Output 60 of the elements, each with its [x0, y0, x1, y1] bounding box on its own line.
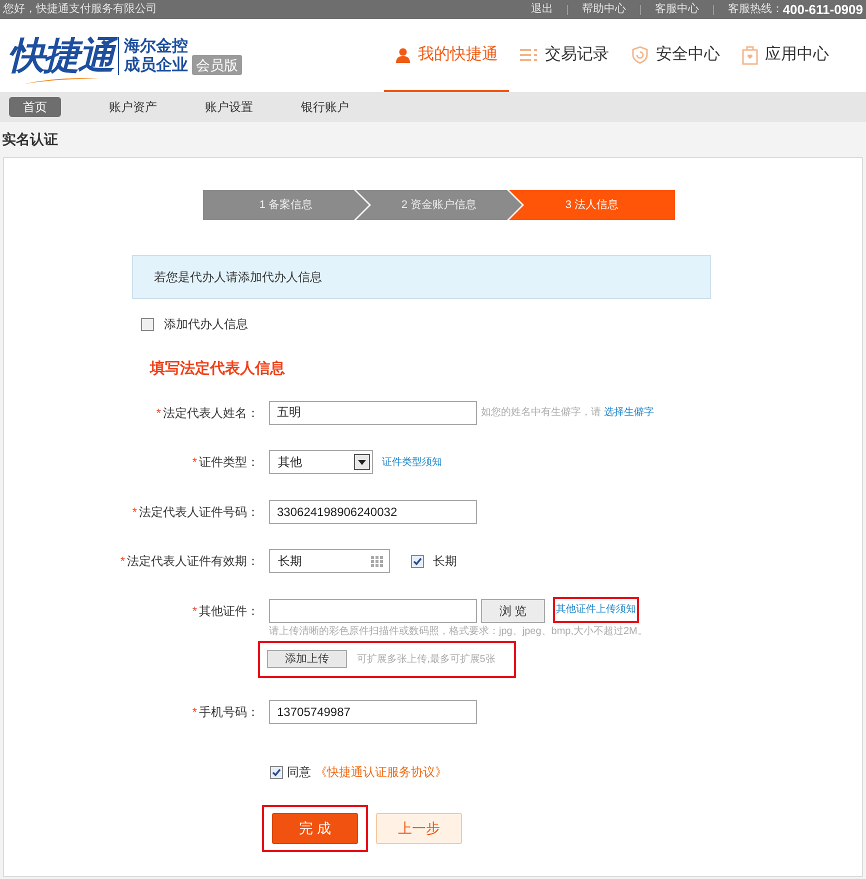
input-field[interactable]: 330624198906240032	[269, 500, 477, 524]
checkbox[interactable]	[411, 554, 424, 568]
field-label: 证件类型：	[199, 454, 259, 471]
shopping-bag-icon	[742, 44, 758, 64]
required-asterisk: *	[132, 504, 137, 520]
dropdown[interactable]: 其他	[269, 450, 373, 474]
shield-icon	[631, 46, 649, 64]
tagline-text: 海尔金控	[124, 36, 188, 56]
browse-button[interactable]: 浏 览	[481, 598, 545, 622]
hotline-number: 400-611-0909	[782, 0, 863, 19]
field-label: 其他证件：	[199, 602, 259, 620]
hint-text: 请上传清晰的彩色原件扫描件或数码照，格式要求：jpg、jpeg、bmp,大小不超过2M。	[269, 624, 648, 638]
calendar-icon	[371, 556, 383, 566]
input-field[interactable]: 13705749987	[269, 700, 477, 724]
file-path-field[interactable]	[269, 598, 477, 622]
nav-tab[interactable]: 应用中心	[731, 19, 840, 92]
required-asterisk: *	[156, 404, 161, 422]
greeting-text: 您好，快捷通支付服务有限公司	[3, 2, 157, 18]
date-field[interactable]: 长期	[269, 549, 390, 573]
hint-text: 可扩展多张上传,最多可扩展5张	[357, 652, 496, 666]
subnav-tab[interactable]: 账户资产	[109, 97, 157, 117]
add-upload-button[interactable]: 添加上传	[267, 650, 347, 668]
top-link[interactable]: 客服中心	[640, 1, 713, 18]
nav-tab[interactable]: 交易记录	[509, 19, 620, 92]
subnav-tab[interactable]: 银行账户	[301, 97, 349, 117]
checkbox[interactable]	[270, 766, 283, 778]
step-indicator: 1 备案信息	[203, 190, 369, 220]
nav-tab[interactable]: 安全中心	[620, 19, 731, 92]
edition-badge: 会员版	[192, 54, 242, 74]
hotline-label: 客服热线：	[728, 2, 783, 18]
field-label: 法定代表人证件号码：	[139, 504, 259, 520]
hint-text: 如您的姓名中有生僻字，请	[481, 406, 601, 420]
help-link[interactable]: 选择生僻字	[604, 405, 654, 420]
top-link[interactable]: 帮助中心	[568, 1, 640, 18]
required-asterisk: *	[120, 553, 125, 570]
checkbox[interactable]	[141, 318, 154, 330]
checkbox-label: 同意	[287, 764, 311, 781]
checkbox-label: 添加代办人信息	[164, 316, 248, 333]
help-link[interactable]: 其他证件上传须知	[556, 602, 636, 617]
help-link[interactable]: 证件类型须知	[382, 454, 442, 470]
user-icon	[395, 46, 411, 62]
input-field[interactable]: 五明	[269, 400, 477, 424]
required-asterisk: *	[192, 602, 197, 620]
notice-banner: 若您是代办人请添加代办人信息	[132, 255, 711, 299]
required-asterisk: *	[192, 704, 197, 720]
tagline-text: 成员企业	[124, 56, 188, 74]
page-title: 实名认证	[1, 130, 59, 149]
subnav-tab[interactable]: 账户设置	[205, 97, 253, 117]
step-indicator: 2 资金账户信息	[356, 190, 522, 220]
field-label: 法定代表人证件有效期：	[127, 553, 259, 570]
required-asterisk: *	[192, 454, 197, 471]
field-label: 法定代表人姓名：	[163, 404, 259, 422]
top-link[interactable]: 退出	[516, 1, 567, 18]
checkbox-label: 长期	[433, 553, 457, 570]
finish-button[interactable]: 完 成	[272, 813, 358, 844]
step-indicator: 3 法人信息	[509, 190, 675, 220]
list-icon	[520, 46, 538, 62]
field-label: 手机号码：	[199, 704, 259, 720]
subnav-tab[interactable]: 首页	[9, 97, 61, 117]
section-heading: 填写法定代表人信息	[150, 359, 286, 379]
